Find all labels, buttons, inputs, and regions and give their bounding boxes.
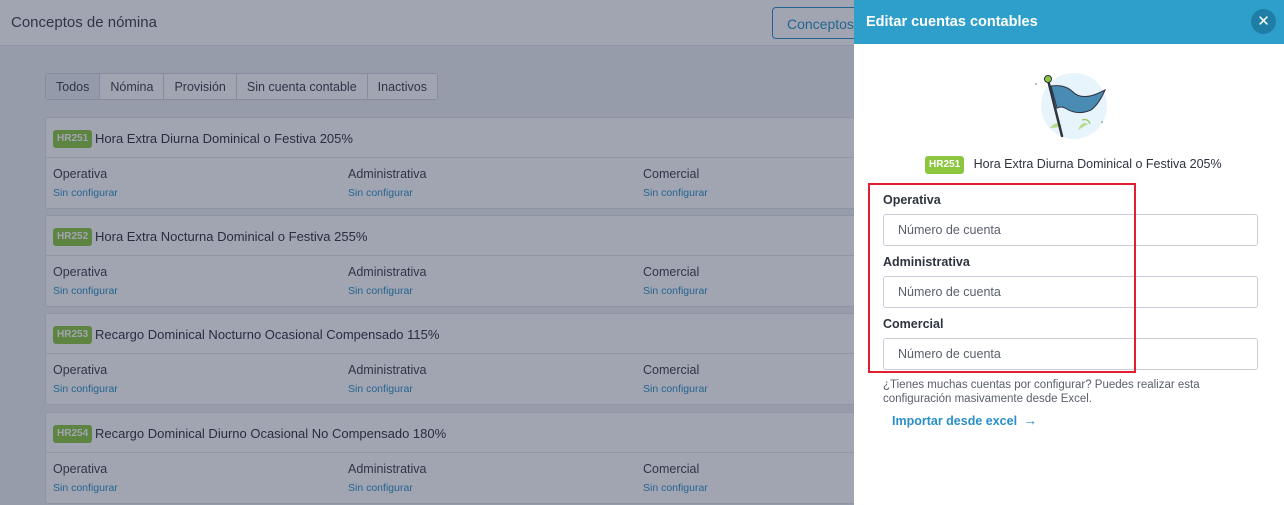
close-icon[interactable]: ✕ xyxy=(1251,9,1276,34)
import-excel-link[interactable]: Importar desde excel → xyxy=(892,412,1037,428)
concept-name: Hora Extra Diurna Dominical o Festiva 20… xyxy=(973,157,1222,171)
import-excel-label: Importar desde excel xyxy=(892,414,1018,428)
highlight-box xyxy=(868,183,1136,373)
bulk-config-hint: ¿Tienes muchas cuentas por configurar? P… xyxy=(883,379,1200,405)
panel-header: Editar cuentas contables ✕ xyxy=(854,0,1284,44)
arrow-right-icon: → xyxy=(1023,412,1038,428)
flag-icon xyxy=(1035,73,1107,139)
panel-title: Editar cuentas contables xyxy=(866,14,1038,30)
modal-backdrop[interactable] xyxy=(0,0,854,505)
selected-concept: HR251 Hora Extra Diurna Dominical o Fest… xyxy=(925,155,1222,175)
concept-code-badge: HR251 xyxy=(925,156,965,174)
